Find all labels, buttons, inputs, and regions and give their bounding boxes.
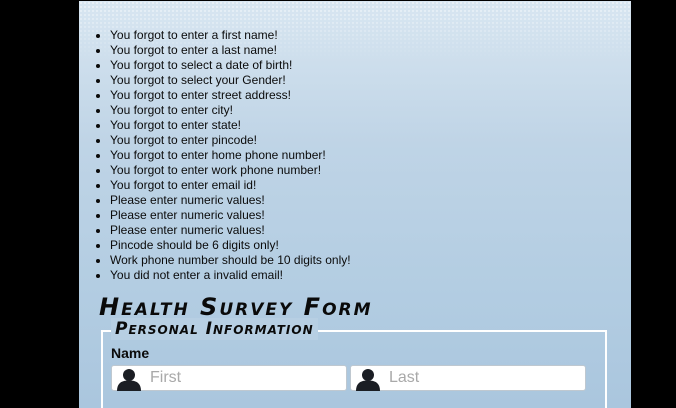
error-message: You forgot to enter street address! [110,88,351,103]
person-silhouette-icon [356,369,380,391]
error-message: Work phone number should be 10 digits on… [110,253,351,268]
error-message: You forgot to enter a last name! [110,43,351,58]
error-message: Please enter numeric values! [110,208,351,223]
error-message: You forgot to select a date of birth! [110,58,351,73]
person-silhouette-icon [117,369,141,391]
form-title: Health Survey Form [99,293,373,321]
error-message: You forgot to enter pincode! [110,133,351,148]
error-message: Please enter numeric values! [110,193,351,208]
first-name-input[interactable] [150,368,335,388]
form-panel: You forgot to enter a first name! You fo… [79,1,631,408]
error-message: You forgot to enter a first name! [110,28,351,43]
error-message: You forgot to enter state! [110,118,351,133]
error-message: You forgot to enter work phone number! [110,163,351,178]
error-message: You forgot to enter home phone number! [110,148,351,163]
last-name-field[interactable] [350,365,586,391]
error-message: You forgot to enter email id! [110,178,351,193]
error-message: You did not enter a invalid email! [110,268,351,283]
error-list: You forgot to enter a first name! You fo… [92,28,351,283]
error-message: You forgot to select your Gender! [110,73,351,88]
error-message: You forgot to enter city! [110,103,351,118]
first-name-field[interactable] [111,365,347,391]
section-legend: Personal Information [111,318,318,340]
name-label: Name [111,345,150,361]
error-message: Please enter numeric values! [110,223,351,238]
last-name-input[interactable] [389,368,574,388]
error-message: Pincode should be 6 digits only! [110,238,351,253]
